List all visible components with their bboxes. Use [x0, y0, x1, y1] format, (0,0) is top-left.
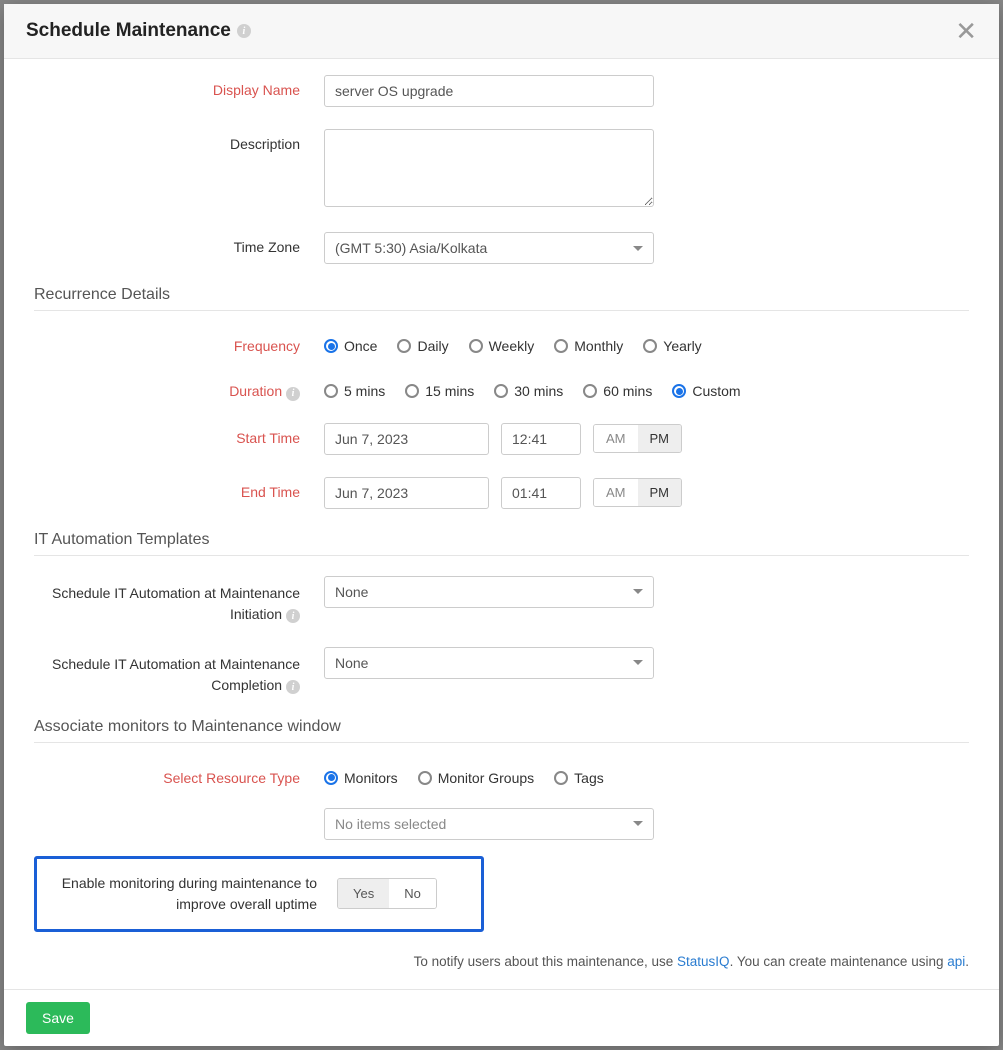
save-button[interactable]: Save — [26, 1002, 90, 1034]
chevron-down-icon — [633, 246, 643, 251]
row-start-time: Start Time AM PM — [34, 423, 969, 455]
start-date-input[interactable] — [324, 423, 489, 455]
it-completion-value: None — [335, 655, 368, 671]
radio-icon — [672, 384, 686, 398]
row-end-time: End Time AM PM — [34, 477, 969, 509]
timezone-select[interactable]: (GMT 5:30) Asia/Kolkata — [324, 232, 654, 264]
row-display-name: Display Name — [34, 75, 969, 107]
display-name-input[interactable] — [324, 75, 654, 107]
label-it-completion: Schedule IT Automation at Maintenance Co… — [34, 647, 324, 696]
schedule-maintenance-modal: Schedule Maintenance i ✕ Display Name De… — [4, 4, 999, 1046]
it-completion-select[interactable]: None — [324, 647, 654, 679]
resource-monitor-groups[interactable]: Monitor Groups — [418, 770, 534, 786]
duration-30[interactable]: 30 mins — [494, 383, 563, 399]
row-it-completion: Schedule IT Automation at Maintenance Co… — [34, 647, 969, 696]
label-start-time: Start Time — [34, 423, 324, 446]
start-pm-button[interactable]: PM — [638, 425, 682, 452]
label-end-time: End Time — [34, 477, 324, 500]
radio-icon — [469, 339, 483, 353]
start-clock-input[interactable] — [501, 423, 581, 455]
row-resource-type: Select Resource Type Monitors Monitor Gr… — [34, 763, 969, 786]
radio-icon — [405, 384, 419, 398]
radio-icon — [643, 339, 657, 353]
duration-5[interactable]: 5 mins — [324, 383, 385, 399]
frequency-once[interactable]: Once — [324, 338, 377, 354]
radio-icon — [554, 339, 568, 353]
radio-icon — [397, 339, 411, 353]
close-icon: ✕ — [955, 16, 977, 46]
label-frequency: Frequency — [34, 331, 324, 354]
duration-radio-group: 5 mins 15 mins 30 mins 60 mins Custom — [324, 376, 969, 399]
chevron-down-icon — [633, 660, 643, 665]
radio-icon — [418, 771, 432, 785]
duration-60[interactable]: 60 mins — [583, 383, 652, 399]
label-resource-type: Select Resource Type — [34, 763, 324, 786]
radio-icon — [324, 339, 338, 353]
resource-tags[interactable]: Tags — [554, 770, 604, 786]
section-it-templates: IT Automation Templates — [34, 531, 969, 556]
row-timezone: Time Zone (GMT 5:30) Asia/Kolkata — [34, 232, 969, 264]
label-enable-monitoring: Enable monitoring during maintenance to … — [37, 873, 337, 915]
label-timezone: Time Zone — [34, 232, 324, 255]
row-description: Description — [34, 129, 969, 210]
label-display-name: Display Name — [34, 75, 324, 98]
section-recurrence: Recurrence Details — [34, 286, 969, 311]
radio-icon — [324, 384, 338, 398]
frequency-radio-group: Once Daily Weekly Monthly Yearly — [324, 331, 969, 354]
row-it-initiation: Schedule IT Automation at Maintenance In… — [34, 576, 969, 625]
chevron-down-icon — [633, 821, 643, 826]
section-associate: Associate monitors to Maintenance window — [34, 718, 969, 743]
radio-icon — [554, 771, 568, 785]
row-resource-select: No items selected — [34, 808, 969, 840]
modal-title: Schedule Maintenance i — [26, 20, 251, 42]
statusiq-link[interactable]: StatusIQ — [677, 954, 730, 969]
duration-custom[interactable]: Custom — [672, 383, 740, 399]
chevron-down-icon — [633, 589, 643, 594]
start-ampm-toggle: AM PM — [593, 424, 682, 453]
modal-title-text: Schedule Maintenance — [26, 20, 231, 42]
it-initiation-value: None — [335, 584, 368, 600]
end-ampm-toggle: AM PM — [593, 478, 682, 507]
resource-type-group: Monitors Monitor Groups Tags — [324, 763, 969, 786]
row-duration: Duration i 5 mins 15 mins 30 mins 60 min… — [34, 376, 969, 401]
info-icon[interactable]: i — [286, 609, 300, 623]
modal-body: Display Name Description Time Zone (GMT … — [4, 59, 999, 989]
label-description: Description — [34, 129, 324, 152]
frequency-yearly[interactable]: Yearly — [643, 338, 701, 354]
description-input[interactable] — [324, 129, 654, 207]
info-icon[interactable]: i — [286, 387, 300, 401]
row-frequency: Frequency Once Daily Weekly Monthly Year… — [34, 331, 969, 354]
enable-monitoring-yes[interactable]: Yes — [338, 879, 389, 908]
frequency-monthly[interactable]: Monthly — [554, 338, 623, 354]
resource-monitors[interactable]: Monitors — [324, 770, 398, 786]
start-am-button[interactable]: AM — [594, 425, 638, 452]
enable-monitoring-highlight: Enable monitoring during maintenance to … — [34, 856, 484, 932]
end-pm-button[interactable]: PM — [638, 479, 682, 506]
radio-icon — [583, 384, 597, 398]
info-icon[interactable]: i — [286, 680, 300, 694]
notify-text: To notify users about this maintenance, … — [34, 954, 969, 969]
resource-select-value: No items selected — [335, 816, 446, 832]
end-clock-input[interactable] — [501, 477, 581, 509]
enable-monitoring-no[interactable]: No — [389, 879, 436, 908]
label-it-initiation: Schedule IT Automation at Maintenance In… — [34, 576, 324, 625]
api-link[interactable]: api — [947, 954, 965, 969]
end-date-input[interactable] — [324, 477, 489, 509]
radio-icon — [324, 771, 338, 785]
close-button[interactable]: ✕ — [955, 18, 977, 44]
radio-icon — [494, 384, 508, 398]
frequency-weekly[interactable]: Weekly — [469, 338, 535, 354]
it-initiation-select[interactable]: None — [324, 576, 654, 608]
end-am-button[interactable]: AM — [594, 479, 638, 506]
duration-15[interactable]: 15 mins — [405, 383, 474, 399]
frequency-daily[interactable]: Daily — [397, 338, 448, 354]
enable-monitoring-toggle: Yes No — [337, 878, 437, 909]
label-duration: Duration i — [34, 376, 324, 401]
modal-header: Schedule Maintenance i ✕ — [4, 4, 999, 59]
timezone-value: (GMT 5:30) Asia/Kolkata — [335, 240, 487, 256]
info-icon[interactable]: i — [237, 24, 251, 38]
resource-select[interactable]: No items selected — [324, 808, 654, 840]
